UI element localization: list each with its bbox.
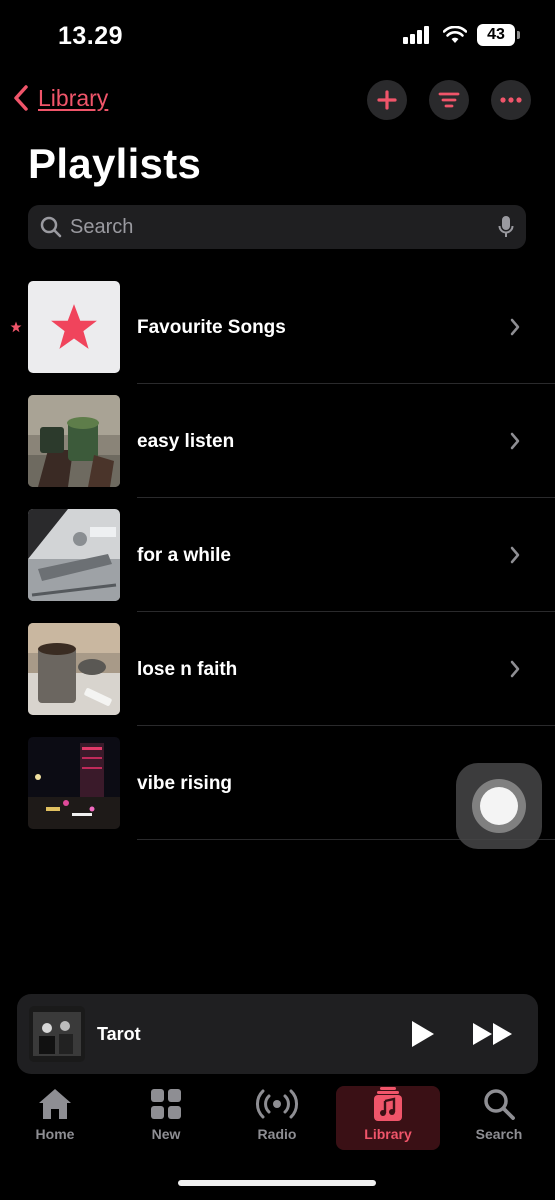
tab-library[interactable]: Library	[336, 1086, 440, 1150]
search-bar[interactable]	[28, 205, 526, 249]
assistive-touch-core	[480, 787, 518, 825]
playlist-row-easy-listen[interactable]: easy listen	[0, 395, 555, 509]
add-playlist-button[interactable]	[367, 80, 407, 120]
status-icons: 43	[403, 24, 520, 46]
battery-indicator: 43	[477, 24, 520, 46]
home-indicator[interactable]	[178, 1180, 376, 1186]
chevron-right-icon	[510, 318, 520, 336]
signal-icon	[403, 26, 429, 44]
back-label: Library	[38, 84, 109, 111]
playlist-artwork-ceiling	[28, 509, 120, 601]
back-to-library-link[interactable]: Library	[12, 78, 108, 118]
tab-radio[interactable]: Radio	[225, 1086, 329, 1150]
now-playing-artwork	[29, 1006, 85, 1062]
sort-button[interactable]	[429, 80, 469, 120]
playlist-artwork-coffee	[28, 623, 120, 715]
playlist-row-favourite-songs[interactable]: Favourite Songs	[0, 281, 555, 395]
tab-home[interactable]: Home	[3, 1086, 107, 1150]
assistive-touch-ring	[472, 779, 526, 833]
wifi-icon	[443, 26, 467, 43]
radio-waves-icon	[256, 1089, 298, 1119]
music-note-stack-icon	[374, 1087, 402, 1121]
playlist-artwork-star	[28, 281, 120, 373]
playlist-artwork-drinks	[28, 395, 120, 487]
mini-player[interactable]: Tarot	[17, 994, 538, 1074]
chevron-right-icon	[510, 432, 520, 450]
tab-label: Library	[364, 1126, 412, 1142]
page-title: Playlists	[28, 140, 202, 187]
playlist-name: vibe rising	[137, 773, 233, 794]
playlist-name: easy listen	[137, 431, 235, 452]
row-divider	[137, 611, 555, 612]
assistive-touch-button[interactable]	[456, 763, 542, 849]
tab-label: New	[151, 1126, 181, 1142]
nav-row: Library	[0, 78, 555, 122]
now-playing-title: Tarot	[97, 1024, 141, 1044]
status-time: 13.29	[58, 22, 124, 50]
playlist-name: Favourite Songs	[137, 317, 286, 338]
playlist-row-for-a-while[interactable]: for a while	[0, 509, 555, 623]
grid-icon	[151, 1089, 181, 1119]
chevron-right-icon	[510, 660, 520, 678]
magnifier-icon	[484, 1089, 515, 1120]
tab-label: Home	[35, 1126, 75, 1142]
playlist-name: lose n faith	[137, 659, 238, 680]
row-divider	[137, 725, 555, 726]
playlist-artwork-night-city	[28, 737, 120, 829]
fast-forward-button[interactable]	[469, 1016, 517, 1052]
row-divider	[137, 497, 555, 498]
play-button[interactable]	[405, 1016, 441, 1052]
playlist-row-lose-n-faith[interactable]: lose n faith	[0, 623, 555, 737]
search-input[interactable]	[70, 215, 498, 239]
row-divider	[137, 383, 555, 384]
star-icon	[51, 304, 97, 349]
tab-new[interactable]: New	[114, 1086, 218, 1150]
sort-lines-icon	[438, 92, 460, 108]
chevron-right-icon	[510, 546, 520, 564]
plus-icon	[377, 90, 397, 110]
ellipsis-icon	[500, 97, 522, 103]
tab-search[interactable]: Search	[447, 1086, 551, 1150]
play-icon	[412, 1021, 434, 1047]
favourite-star-icon	[10, 321, 22, 333]
playlist-name: for a while	[137, 545, 231, 566]
home-icon	[39, 1089, 71, 1119]
tab-bar: Home New Radio Library Search	[0, 1082, 555, 1162]
fast-forward-icon	[473, 1023, 512, 1045]
status-bar: 13.29 43	[0, 0, 555, 74]
more-options-button[interactable]	[491, 80, 531, 120]
microphone-icon[interactable]	[498, 215, 514, 239]
search-icon	[40, 216, 62, 238]
chevron-left-icon	[14, 85, 28, 111]
tab-label: Search	[475, 1126, 523, 1142]
tab-label: Radio	[257, 1126, 297, 1142]
